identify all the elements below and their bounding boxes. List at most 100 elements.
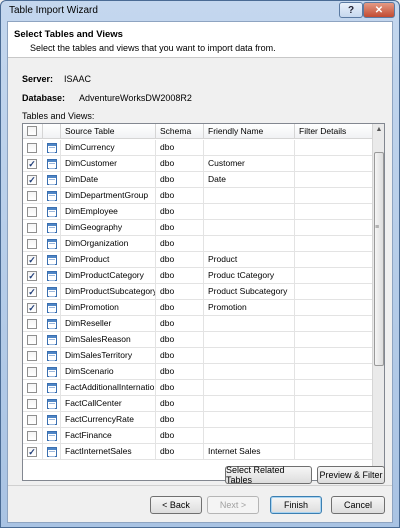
- cancel-button[interactable]: Cancel: [331, 496, 385, 514]
- row-checkbox-cell[interactable]: [23, 380, 43, 396]
- row-checkbox-cell[interactable]: ✓: [23, 300, 43, 316]
- row-checkbox-cell[interactable]: ✓: [23, 444, 43, 460]
- row-checkbox-cell[interactable]: [23, 396, 43, 412]
- vertical-scrollbar[interactable]: ▲ ≡ ▼: [372, 124, 384, 480]
- source-table-cell: DimGeography: [61, 220, 156, 236]
- table-row[interactable]: ✓ DimPromotion dbo Promotion: [23, 300, 372, 316]
- row-checkbox[interactable]: [27, 367, 37, 377]
- table-row[interactable]: ✓ DimDate dbo Date: [23, 172, 372, 188]
- friendly-name-cell[interactable]: Produc tCategory: [204, 268, 295, 284]
- friendly-name-cell[interactable]: [204, 316, 295, 332]
- row-checkbox[interactable]: [27, 207, 37, 217]
- friendly-name-cell[interactable]: Product Subcategory: [204, 284, 295, 300]
- friendly-name-cell[interactable]: Internet Sales: [204, 444, 295, 460]
- row-checkbox[interactable]: ✓: [27, 303, 37, 313]
- table-row[interactable]: FactCallCenter dbo: [23, 396, 372, 412]
- help-button[interactable]: ?: [339, 2, 363, 18]
- column-header-friendly-name[interactable]: Friendly Name: [204, 124, 295, 139]
- table-row[interactable]: ✓ DimCustomer dbo Customer: [23, 156, 372, 172]
- row-checkbox[interactable]: ✓: [27, 159, 37, 169]
- row-checkbox-cell[interactable]: [23, 364, 43, 380]
- table-row[interactable]: DimDepartmentGroup dbo: [23, 188, 372, 204]
- row-checkbox[interactable]: [27, 415, 37, 425]
- row-checkbox[interactable]: [27, 383, 37, 393]
- close-button[interactable]: ✕: [363, 2, 395, 18]
- row-checkbox[interactable]: [27, 335, 37, 345]
- row-checkbox-cell[interactable]: [23, 140, 43, 156]
- row-checkbox[interactable]: ✓: [27, 447, 37, 457]
- friendly-name-cell[interactable]: Promotion: [204, 300, 295, 316]
- table-row[interactable]: FactFinance dbo: [23, 428, 372, 444]
- table-row[interactable]: DimSalesReason dbo: [23, 332, 372, 348]
- preview-filter-button[interactable]: Preview & Filter: [317, 466, 385, 484]
- row-checkbox-cell[interactable]: ✓: [23, 172, 43, 188]
- table-row[interactable]: DimCurrency dbo: [23, 140, 372, 156]
- row-checkbox[interactable]: ✓: [27, 271, 37, 281]
- row-checkbox[interactable]: ✓: [27, 287, 37, 297]
- row-checkbox[interactable]: [27, 319, 37, 329]
- row-checkbox-cell[interactable]: [23, 236, 43, 252]
- friendly-name-cell[interactable]: [204, 412, 295, 428]
- row-checkbox-cell[interactable]: [23, 188, 43, 204]
- friendly-name-cell[interactable]: [204, 380, 295, 396]
- select-all-checkbox[interactable]: [27, 126, 37, 136]
- finish-button[interactable]: Finish: [270, 496, 322, 514]
- table-row[interactable]: ✓ DimProductSubcategory dbo Product Subcate…: [23, 284, 372, 300]
- friendly-name-cell[interactable]: [204, 140, 295, 156]
- friendly-name-cell[interactable]: [204, 348, 295, 364]
- table-row[interactable]: DimEmployee dbo: [23, 204, 372, 220]
- friendly-name-cell[interactable]: [204, 220, 295, 236]
- select-related-tables-button[interactable]: Select Related Tables: [225, 465, 312, 485]
- table-row[interactable]: DimScenario dbo: [23, 364, 372, 380]
- row-checkbox-cell[interactable]: [23, 220, 43, 236]
- friendly-name-cell[interactable]: [204, 236, 295, 252]
- row-checkbox-cell[interactable]: [23, 204, 43, 220]
- row-checkbox[interactable]: [27, 351, 37, 361]
- next-button[interactable]: Next >: [207, 496, 259, 514]
- row-checkbox-cell[interactable]: ✓: [23, 268, 43, 284]
- row-checkbox[interactable]: [27, 143, 37, 153]
- source-table-cell: DimProductCategory: [61, 268, 156, 284]
- row-checkbox-cell[interactable]: ✓: [23, 284, 43, 300]
- row-checkbox-cell[interactable]: [23, 348, 43, 364]
- row-checkbox-cell[interactable]: ✓: [23, 156, 43, 172]
- table-row[interactable]: DimOrganization dbo: [23, 236, 372, 252]
- row-checkbox-cell[interactable]: [23, 412, 43, 428]
- friendly-name-cell[interactable]: [204, 204, 295, 220]
- row-checkbox-cell[interactable]: ✓: [23, 252, 43, 268]
- row-checkbox-cell[interactable]: [23, 332, 43, 348]
- table-row[interactable]: FactCurrencyRate dbo: [23, 412, 372, 428]
- friendly-name-cell[interactable]: Customer: [204, 156, 295, 172]
- friendly-name-cell[interactable]: [204, 428, 295, 444]
- table-row[interactable]: DimGeography dbo: [23, 220, 372, 236]
- row-checkbox-cell[interactable]: [23, 428, 43, 444]
- title-bar[interactable]: Table Import Wizard ? ✕: [1, 1, 399, 21]
- row-checkbox[interactable]: [27, 399, 37, 409]
- table-row[interactable]: ✓ FactInternetSales dbo Internet Sales: [23, 444, 372, 460]
- table-row[interactable]: FactAdditionalInternatio... dbo: [23, 380, 372, 396]
- friendly-name-cell[interactable]: Product: [204, 252, 295, 268]
- row-checkbox-cell[interactable]: [23, 316, 43, 332]
- row-checkbox[interactable]: [27, 239, 37, 249]
- table-row[interactable]: ✓ DimProductCategory dbo Produc tCategory: [23, 268, 372, 284]
- column-header-source-table[interactable]: Source Table: [61, 124, 156, 139]
- scroll-thumb[interactable]: [374, 152, 384, 366]
- row-checkbox[interactable]: [27, 191, 37, 201]
- column-header-schema[interactable]: Schema: [156, 124, 204, 139]
- select-all-header[interactable]: [23, 124, 43, 139]
- friendly-name-cell[interactable]: [204, 188, 295, 204]
- row-checkbox[interactable]: [27, 431, 37, 441]
- friendly-name-cell[interactable]: [204, 332, 295, 348]
- back-button[interactable]: < Back: [150, 496, 202, 514]
- row-checkbox[interactable]: ✓: [27, 255, 37, 265]
- friendly-name-cell[interactable]: [204, 396, 295, 412]
- table-row[interactable]: DimSalesTerritory dbo: [23, 348, 372, 364]
- friendly-name-cell[interactable]: Date: [204, 172, 295, 188]
- table-row[interactable]: ✓ DimProduct dbo Product: [23, 252, 372, 268]
- scroll-up-icon[interactable]: ▲: [373, 124, 384, 136]
- row-checkbox[interactable]: ✓: [27, 175, 37, 185]
- table-row[interactable]: DimReseller dbo: [23, 316, 372, 332]
- column-header-filter-details[interactable]: Filter Details: [295, 124, 372, 139]
- row-checkbox[interactable]: [27, 223, 37, 233]
- friendly-name-cell[interactable]: [204, 364, 295, 380]
